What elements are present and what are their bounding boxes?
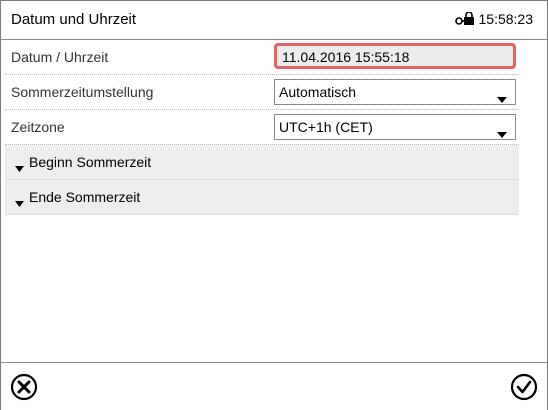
- timezone-label: Zeitzone: [11, 119, 65, 135]
- section-dst-start-label: Beginn Sommerzeit: [29, 154, 152, 170]
- expand-triangle-icon: [15, 194, 24, 212]
- datetime-field[interactable]: 11.04.2016 15:55:18: [274, 43, 516, 69]
- row-dst: Sommerzeitumstellung Automatisch: [5, 75, 519, 110]
- cancel-button[interactable]: [10, 373, 38, 406]
- page-title: Datum und Uhrzeit: [11, 11, 137, 28]
- dst-select[interactable]: Automatisch: [274, 79, 516, 105]
- expand-triangle-icon: [15, 159, 24, 177]
- dst-label: Sommerzeitumstellung: [11, 84, 154, 100]
- row-datetime: Datum / Uhrzeit 11.04.2016 15:55:18: [5, 40, 519, 75]
- section-dst-end[interactable]: Ende Sommerzeit: [5, 180, 519, 215]
- section-dst-start[interactable]: Beginn Sommerzeit: [5, 145, 519, 180]
- chevron-down-icon: [497, 125, 507, 143]
- check-circle-icon: [510, 373, 538, 405]
- timezone-value: UTC+1h (CET): [279, 119, 373, 135]
- clock-time: 15:58:23: [478, 11, 534, 27]
- section-dst-end-label: Ende Sommerzeit: [29, 189, 141, 205]
- footer-bar: [1, 362, 547, 410]
- datetime-value: 11.04.2016 15:55:18: [282, 49, 410, 65]
- clock-display: 15:58:23: [454, 11, 534, 27]
- settings-window: Datum und Uhrzeit 15:58:23 Datum / Uhrze…: [0, 0, 548, 410]
- dst-value: Automatisch: [279, 84, 357, 100]
- confirm-button[interactable]: [510, 373, 538, 406]
- timezone-select[interactable]: UTC+1h (CET): [274, 114, 516, 140]
- row-timezone: Zeitzone UTC+1h (CET): [5, 110, 519, 145]
- datetime-label: Datum / Uhrzeit: [11, 49, 109, 65]
- chevron-down-icon: [497, 90, 507, 108]
- close-circle-icon: [10, 373, 38, 405]
- header-bar: Datum und Uhrzeit 15:58:23: [1, 1, 547, 40]
- lock-key-icon: [454, 12, 475, 26]
